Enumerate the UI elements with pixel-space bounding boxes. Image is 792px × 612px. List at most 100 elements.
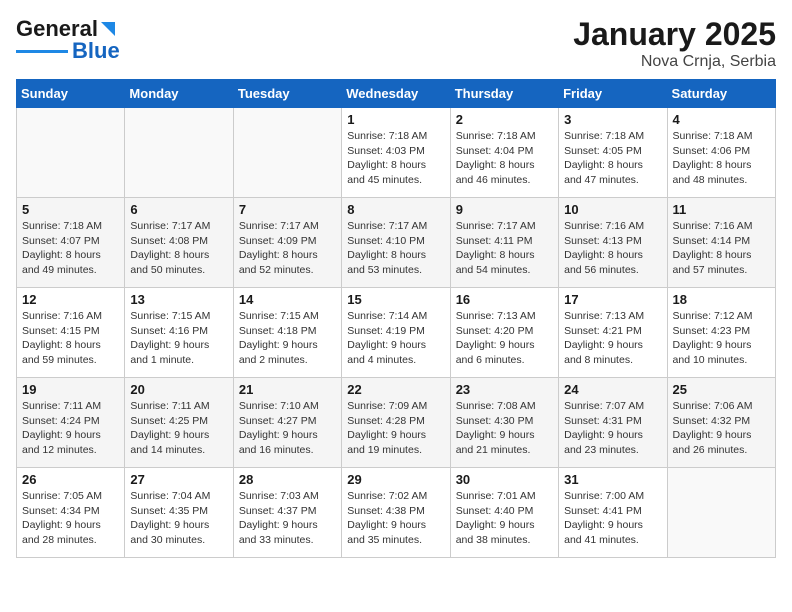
day-number: 26 xyxy=(22,472,119,487)
calendar-cell: 27 Sunrise: 7:04 AM Sunset: 4:35 PM Dayli… xyxy=(125,468,233,558)
calendar-cell: 6 Sunrise: 7:17 AM Sunset: 4:08 PM Daylig… xyxy=(125,198,233,288)
title-area: January 2025 Nova Crnja, Serbia xyxy=(573,16,776,71)
day-number: 9 xyxy=(456,202,553,217)
calendar-cell: 1Sunrise: 7:18 AM Sunset: 4:03 PM Daylig… xyxy=(342,108,450,198)
calendar-cell: 20 Sunrise: 7:11 AM Sunset: 4:25 PM Dayli… xyxy=(125,378,233,468)
day-number: 4 xyxy=(673,112,770,127)
day-number: 23 xyxy=(456,382,553,397)
day-info: Sunrise: 7:17 AM Sunset: 4:09 PM Dayligh… xyxy=(239,219,336,278)
day-info: Sunrise: 7:00 AM Sunset: 4:41 PM Dayligh… xyxy=(564,489,661,548)
day-number: 18 xyxy=(673,292,770,307)
day-info: Sunrise: 7:12 AM Sunset: 4:23 PM Dayligh… xyxy=(673,309,770,368)
day-info: Sunrise: 7:06 AM Sunset: 4:32 PM Dayligh… xyxy=(673,399,770,458)
calendar-cell: 14 Sunrise: 7:15 AM Sunset: 4:18 PM Dayli… xyxy=(233,288,341,378)
day-info: Sunrise: 7:16 AM Sunset: 4:15 PM Dayligh… xyxy=(22,309,119,368)
day-number: 22 xyxy=(347,382,444,397)
day-info: Sunrise: 7:17 AM Sunset: 4:10 PM Dayligh… xyxy=(347,219,444,278)
day-info: Sunrise: 7:07 AM Sunset: 4:31 PM Dayligh… xyxy=(564,399,661,458)
day-number: 25 xyxy=(673,382,770,397)
weekday-header-friday: Friday xyxy=(559,80,667,108)
weekday-header-saturday: Saturday xyxy=(667,80,775,108)
day-number: 21 xyxy=(239,382,336,397)
day-number: 29 xyxy=(347,472,444,487)
day-info: Sunrise: 7:18 AM Sunset: 4:07 PM Dayligh… xyxy=(22,219,119,278)
day-number: 11 xyxy=(673,202,770,217)
day-number: 24 xyxy=(564,382,661,397)
day-info: Sunrise: 7:08 AM Sunset: 4:30 PM Dayligh… xyxy=(456,399,553,458)
week-row-2: 5 Sunrise: 7:18 AM Sunset: 4:07 PM Daylig… xyxy=(17,198,776,288)
calendar-cell: 16 Sunrise: 7:13 AM Sunset: 4:20 PM Dayli… xyxy=(450,288,558,378)
calendar-cell: 12 Sunrise: 7:16 AM Sunset: 4:15 PM Dayli… xyxy=(17,288,125,378)
day-info: Sunrise: 7:03 AM Sunset: 4:37 PM Dayligh… xyxy=(239,489,336,548)
day-info: Sunrise: 7:04 AM Sunset: 4:35 PM Dayligh… xyxy=(130,489,227,548)
day-info: Sunrise: 7:11 AM Sunset: 4:24 PM Dayligh… xyxy=(22,399,119,458)
day-number: 17 xyxy=(564,292,661,307)
day-number: 3 xyxy=(564,112,661,127)
day-info: Sunrise: 7:14 AM Sunset: 4:19 PM Dayligh… xyxy=(347,309,444,368)
day-number: 20 xyxy=(130,382,227,397)
calendar-cell: 4 Sunrise: 7:18 AM Sunset: 4:06 PM Daylig… xyxy=(667,108,775,198)
calendar-header: SundayMondayTuesdayWednesdayThursdayFrid… xyxy=(17,80,776,108)
calendar-cell: 10 Sunrise: 7:16 AM Sunset: 4:13 PM Dayli… xyxy=(559,198,667,288)
logo-blue: Blue xyxy=(72,38,120,64)
calendar-cell: 25 Sunrise: 7:06 AM Sunset: 4:32 PM Dayli… xyxy=(667,378,775,468)
calendar-cell: 11Sunrise: 7:16 AM Sunset: 4:14 PM Dayli… xyxy=(667,198,775,288)
logo: General Blue xyxy=(16,16,120,64)
weekday-header-monday: Monday xyxy=(125,80,233,108)
week-row-4: 19 Sunrise: 7:11 AM Sunset: 4:24 PM Dayli… xyxy=(17,378,776,468)
weekday-header-sunday: Sunday xyxy=(17,80,125,108)
day-number: 14 xyxy=(239,292,336,307)
day-number: 7 xyxy=(239,202,336,217)
day-number: 16 xyxy=(456,292,553,307)
day-number: 10 xyxy=(564,202,661,217)
calendar-cell: 2 Sunrise: 7:18 AM Sunset: 4:04 PM Daylig… xyxy=(450,108,558,198)
weekday-header-wednesday: Wednesday xyxy=(342,80,450,108)
day-info: Sunrise: 7:16 AM Sunset: 4:13 PM Dayligh… xyxy=(564,219,661,278)
week-row-5: 26 Sunrise: 7:05 AM Sunset: 4:34 PM Dayli… xyxy=(17,468,776,558)
day-number: 5 xyxy=(22,202,119,217)
calendar-cell xyxy=(17,108,125,198)
day-info: Sunrise: 7:17 AM Sunset: 4:08 PM Dayligh… xyxy=(130,219,227,278)
calendar-cell: 17Sunrise: 7:13 AM Sunset: 4:21 PM Dayli… xyxy=(559,288,667,378)
day-number: 15 xyxy=(347,292,444,307)
day-info: Sunrise: 7:13 AM Sunset: 4:20 PM Dayligh… xyxy=(456,309,553,368)
calendar-cell: 21 Sunrise: 7:10 AM Sunset: 4:27 PM Dayli… xyxy=(233,378,341,468)
subtitle: Nova Crnja, Serbia xyxy=(573,53,776,71)
calendar-cell: 31 Sunrise: 7:00 AM Sunset: 4:41 PM Dayli… xyxy=(559,468,667,558)
day-number: 19 xyxy=(22,382,119,397)
day-info: Sunrise: 7:11 AM Sunset: 4:25 PM Dayligh… xyxy=(130,399,227,458)
calendar-cell: 26 Sunrise: 7:05 AM Sunset: 4:34 PM Dayli… xyxy=(17,468,125,558)
day-info: Sunrise: 7:18 AM Sunset: 4:03 PM Dayligh… xyxy=(347,129,444,188)
day-number: 13 xyxy=(130,292,227,307)
calendar-cell: 3Sunrise: 7:18 AM Sunset: 4:05 PM Daylig… xyxy=(559,108,667,198)
calendar-cell: 13 Sunrise: 7:15 AM Sunset: 4:16 PM Dayli… xyxy=(125,288,233,378)
day-number: 12 xyxy=(22,292,119,307)
day-info: Sunrise: 7:15 AM Sunset: 4:16 PM Dayligh… xyxy=(130,309,227,368)
calendar-cell xyxy=(233,108,341,198)
weekday-header-row: SundayMondayTuesdayWednesdayThursdayFrid… xyxy=(17,80,776,108)
calendar-cell: 18 Sunrise: 7:12 AM Sunset: 4:23 PM Dayli… xyxy=(667,288,775,378)
day-number: 27 xyxy=(130,472,227,487)
calendar-cell: 7 Sunrise: 7:17 AM Sunset: 4:09 PM Daylig… xyxy=(233,198,341,288)
weekday-header-thursday: Thursday xyxy=(450,80,558,108)
calendar-table: SundayMondayTuesdayWednesdayThursdayFrid… xyxy=(16,79,776,558)
calendar-body: 1Sunrise: 7:18 AM Sunset: 4:03 PM Daylig… xyxy=(17,108,776,558)
day-info: Sunrise: 7:18 AM Sunset: 4:06 PM Dayligh… xyxy=(673,129,770,188)
day-info: Sunrise: 7:05 AM Sunset: 4:34 PM Dayligh… xyxy=(22,489,119,548)
logo-line xyxy=(16,50,68,53)
day-info: Sunrise: 7:15 AM Sunset: 4:18 PM Dayligh… xyxy=(239,309,336,368)
logo-triangle-icon xyxy=(99,18,117,40)
calendar-cell: 29Sunrise: 7:02 AM Sunset: 4:38 PM Dayli… xyxy=(342,468,450,558)
calendar-cell: 24 Sunrise: 7:07 AM Sunset: 4:31 PM Dayli… xyxy=(559,378,667,468)
day-info: Sunrise: 7:17 AM Sunset: 4:11 PM Dayligh… xyxy=(456,219,553,278)
day-info: Sunrise: 7:01 AM Sunset: 4:40 PM Dayligh… xyxy=(456,489,553,548)
week-row-1: 1Sunrise: 7:18 AM Sunset: 4:03 PM Daylig… xyxy=(17,108,776,198)
day-info: Sunrise: 7:10 AM Sunset: 4:27 PM Dayligh… xyxy=(239,399,336,458)
calendar-cell: 19 Sunrise: 7:11 AM Sunset: 4:24 PM Dayli… xyxy=(17,378,125,468)
day-number: 31 xyxy=(564,472,661,487)
weekday-header-tuesday: Tuesday xyxy=(233,80,341,108)
day-number: 6 xyxy=(130,202,227,217)
main-title: January 2025 xyxy=(573,16,776,53)
day-number: 2 xyxy=(456,112,553,127)
day-info: Sunrise: 7:18 AM Sunset: 4:04 PM Dayligh… xyxy=(456,129,553,188)
